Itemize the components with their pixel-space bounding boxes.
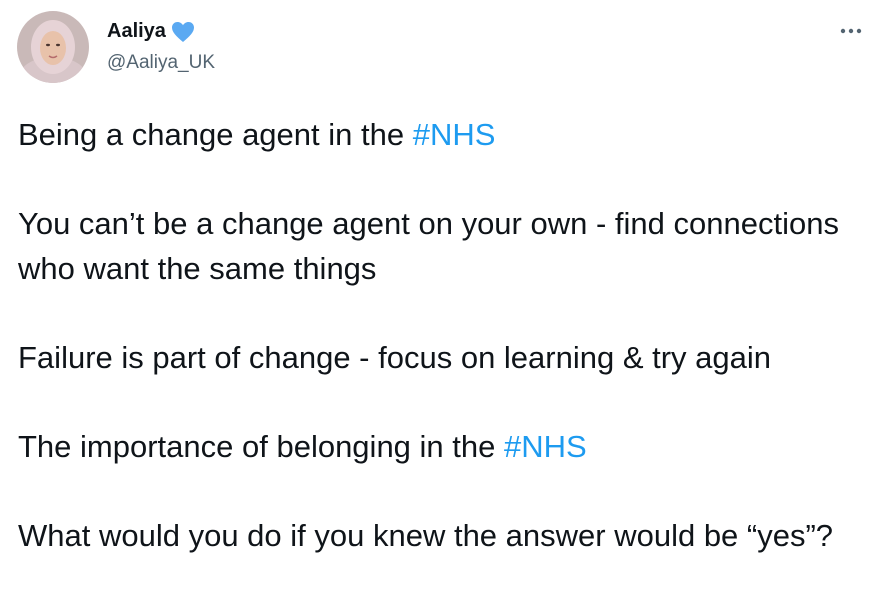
tweet-card: Aaliya @Aaliya_UK Being a change agent i… (0, 0, 881, 611)
tweet-paragraph: Being a change agent in the #NHS (18, 112, 873, 157)
more-options-icon (840, 28, 862, 34)
author-display-name[interactable]: Aaliya (107, 20, 166, 43)
tweet-text-segment: Being a change agent in the (18, 117, 413, 152)
author-name-row: Aaliya (107, 20, 195, 43)
tweet-text: Being a change agent in the #NHS You can… (18, 112, 873, 558)
tweet-text-segment: The importance of belonging in the (18, 429, 504, 464)
more-options-button[interactable] (831, 14, 871, 48)
blue-heart-icon (171, 21, 195, 43)
tweet-paragraph: The importance of belonging in the #NHS (18, 424, 873, 469)
hashtag-link[interactable]: #NHS (504, 429, 587, 464)
hashtag-link[interactable]: #NHS (413, 117, 496, 152)
tweet-paragraph: Failure is part of change - focus on lea… (18, 340, 772, 375)
author-handle[interactable]: @Aaliya_UK (107, 52, 215, 74)
tweet-paragraph: You can’t be a change agent on your own … (18, 206, 839, 286)
profile-photo-icon (17, 11, 89, 83)
avatar[interactable] (17, 11, 89, 83)
tweet-paragraph: What would you do if you knew the answer… (18, 518, 834, 553)
